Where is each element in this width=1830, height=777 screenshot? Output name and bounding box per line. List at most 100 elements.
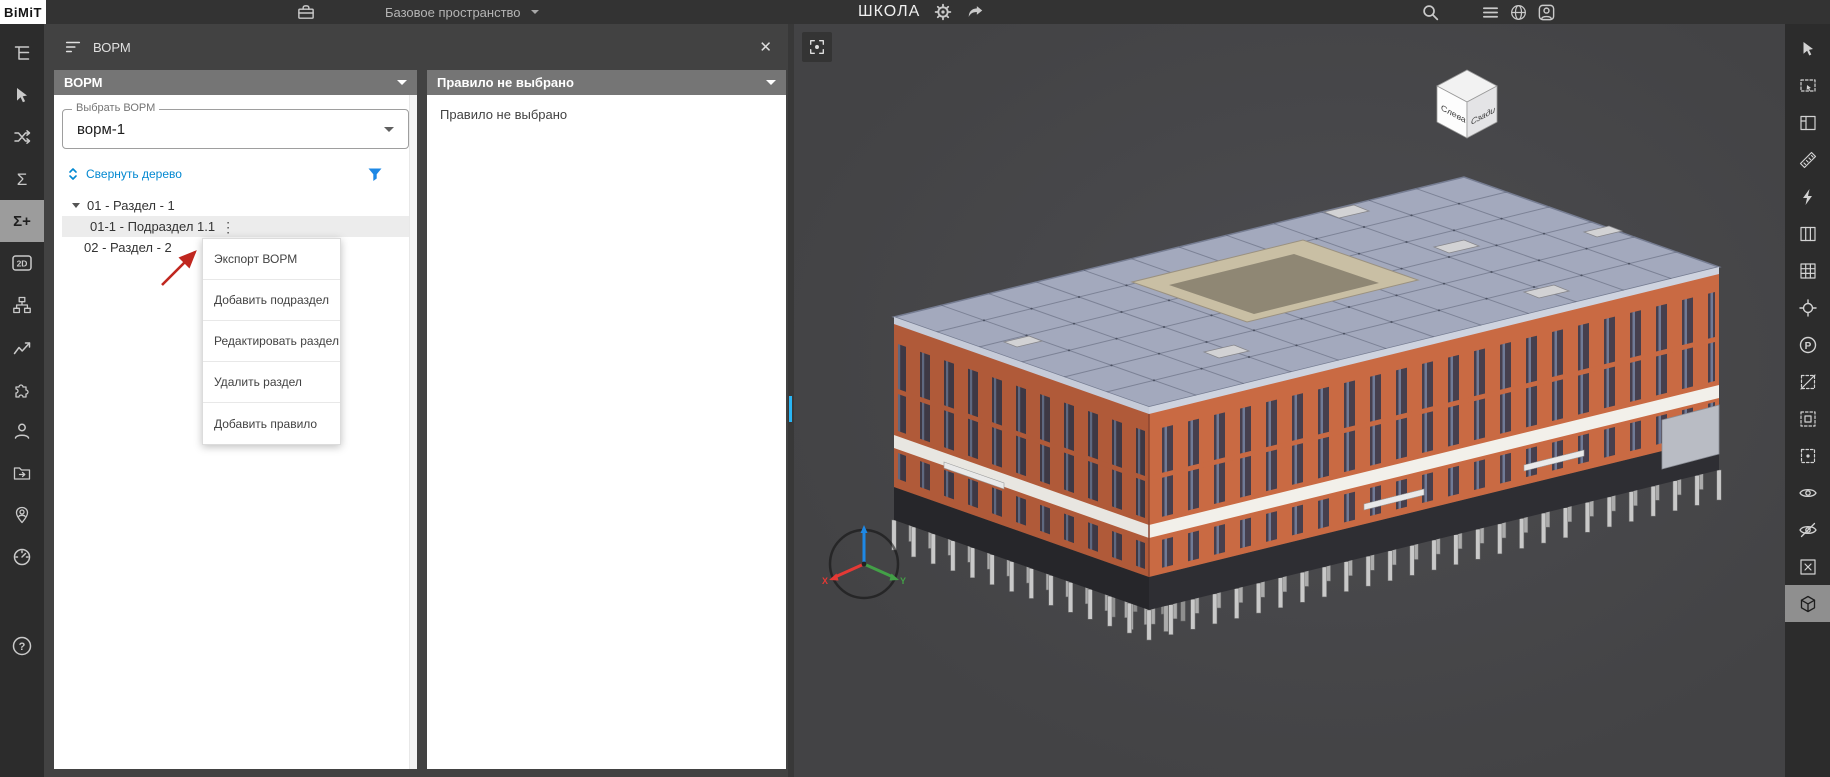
clip-box-button[interactable]: [1785, 400, 1830, 437]
menu-list-icon: [1482, 6, 1499, 18]
tree-item-section-1[interactable]: 01 - Раздел - 1: [62, 195, 409, 216]
zoom-fit-button[interactable]: [802, 32, 832, 62]
cube-icon: [1800, 595, 1815, 612]
left-sidebar: Σ Σ+ 2D ?: [0, 24, 44, 777]
model-tree-button[interactable]: [0, 32, 44, 74]
measure-button[interactable]: [1785, 141, 1830, 178]
context-menu: Экспорт ВОРМ Добавить подраздел Редактир…: [202, 238, 341, 445]
svg-text:?: ?: [19, 641, 26, 653]
dashboard-button[interactable]: [0, 536, 44, 578]
hide-button[interactable]: [1785, 511, 1830, 548]
focus-icon: [810, 40, 824, 54]
chevron-down-icon: [397, 80, 407, 85]
toolbox-button[interactable]: [296, 0, 316, 24]
layers-icon: [1799, 226, 1816, 241]
rule-panel-header[interactable]: Правило не выбрано: [427, 70, 786, 95]
hide-selection-button[interactable]: [1785, 548, 1830, 585]
navigation-cube[interactable]: Слева Сзади: [1425, 60, 1509, 148]
p-circle-icon: P: [1799, 336, 1816, 353]
rule-empty-text: Правило не выбрано: [440, 107, 568, 122]
selection-frame-icon: [1800, 448, 1815, 463]
x-axis-label: X: [822, 576, 828, 586]
sum-button[interactable]: Σ: [0, 158, 44, 200]
plugins-button[interactable]: [0, 368, 44, 410]
structure-layers-button[interactable]: [1785, 215, 1830, 252]
menu-item-add-rule[interactable]: Добавить правило: [203, 403, 340, 444]
quick-actions-button[interactable]: [1785, 178, 1830, 215]
globe-button[interactable]: [1509, 3, 1528, 22]
workspace-selector[interactable]: Базовое пространство: [385, 0, 539, 24]
analytics-button[interactable]: [0, 326, 44, 368]
menu-item-delete-section[interactable]: Удалить раздел: [203, 362, 340, 403]
resizer-grip[interactable]: [789, 396, 792, 422]
select-window-icon: [1799, 78, 1816, 92]
bopm-panel-header[interactable]: ВОРМ: [54, 70, 417, 95]
puzzle-icon: [15, 384, 29, 398]
person-pin-icon: [15, 506, 29, 524]
locate-button[interactable]: [1785, 289, 1830, 326]
tree-icon: [14, 46, 30, 60]
menu-item-export[interactable]: Экспорт ВОРМ: [203, 239, 340, 280]
gauge-icon: [13, 548, 31, 566]
settings-button[interactable]: [934, 3, 952, 21]
sum-plus-button[interactable]: Σ+: [0, 200, 44, 242]
scrollbar-track[interactable]: [409, 95, 417, 769]
profile-button[interactable]: [1537, 3, 1556, 22]
menu-item-add-subsection[interactable]: Добавить подраздел: [203, 280, 340, 321]
annotation-arrow: [161, 250, 197, 286]
view-2d-button[interactable]: 2D: [0, 242, 44, 284]
bopm-panel: ВОРМ Выбрать ВОРМ ворм-1 Свернуть дерево: [54, 70, 417, 769]
bopm-panel-title: ВОРМ: [64, 75, 103, 90]
axis-gizmo[interactable]: X Y: [820, 520, 908, 608]
user-avatar-icon: [1538, 4, 1555, 20]
topbar-right-group: [1421, 0, 1556, 24]
kebab-menu-icon[interactable]: ⋮: [221, 220, 235, 234]
help-button[interactable]: ?: [0, 625, 44, 667]
relations-button[interactable]: [0, 116, 44, 158]
filter-button[interactable]: [367, 166, 383, 182]
tree-item-subsection-1-1[interactable]: 01-1 - Подраздел 1.1 ⋮: [62, 216, 409, 237]
chevron-down-icon: [766, 80, 776, 85]
users-button[interactable]: [0, 410, 44, 452]
close-icon[interactable]: ✕: [759, 40, 772, 55]
bopm-select[interactable]: Выбрать ВОРМ ворм-1: [62, 102, 409, 149]
rule-panel: Правило не выбрано Правило не выбрано: [427, 70, 786, 769]
viewport-3d[interactable]: Слева Сзади X Y: [794, 24, 1785, 777]
line-chart-icon: [13, 342, 31, 355]
menu-list-button[interactable]: [1481, 3, 1500, 22]
sort-icon[interactable]: [64, 38, 82, 56]
cursor-icon: [1803, 41, 1813, 55]
app-logo[interactable]: BiMiT: [0, 0, 46, 24]
share-button[interactable]: [966, 3, 985, 21]
search-button[interactable]: [1421, 3, 1440, 22]
collapse-tree-button[interactable]: Свернуть дерево: [66, 167, 182, 181]
user-location-button[interactable]: [0, 494, 44, 536]
select-elements-button[interactable]: [0, 74, 44, 116]
caret-down-icon[interactable]: [72, 203, 80, 208]
section-cut-icon: [1799, 373, 1816, 390]
plan-mode-button[interactable]: P: [1785, 326, 1830, 363]
eye-off-icon: [1798, 522, 1817, 537]
select-button[interactable]: [1785, 30, 1830, 67]
gear-icon: [934, 3, 952, 21]
grid-icon: [1799, 262, 1816, 279]
shared-folder-button[interactable]: [0, 452, 44, 494]
org-chart-icon: [13, 296, 31, 314]
grid-button[interactable]: [1785, 252, 1830, 289]
show-button[interactable]: [1785, 474, 1830, 511]
unfold-icon: [69, 168, 77, 180]
section-button[interactable]: [1785, 363, 1830, 400]
menu-item-edit-section[interactable]: Редактировать раздел: [203, 321, 340, 362]
shading-mode-button[interactable]: [1785, 585, 1830, 622]
select-window-button[interactable]: [1785, 67, 1830, 104]
sigma-icon: Σ: [16, 169, 28, 189]
filter-icon: [368, 168, 382, 181]
user-icon: [14, 423, 30, 439]
hierarchy-button[interactable]: [0, 284, 44, 326]
chevron-down-icon: [384, 126, 394, 132]
2d-icon: 2D: [12, 255, 32, 271]
globe-icon: [1511, 4, 1526, 20]
panels-title: ВОРМ: [93, 39, 131, 55]
top-bar: BiMiT Базовое пространство ШКОЛА: [0, 0, 1830, 24]
selection-frame-button[interactable]: [1785, 437, 1830, 474]
